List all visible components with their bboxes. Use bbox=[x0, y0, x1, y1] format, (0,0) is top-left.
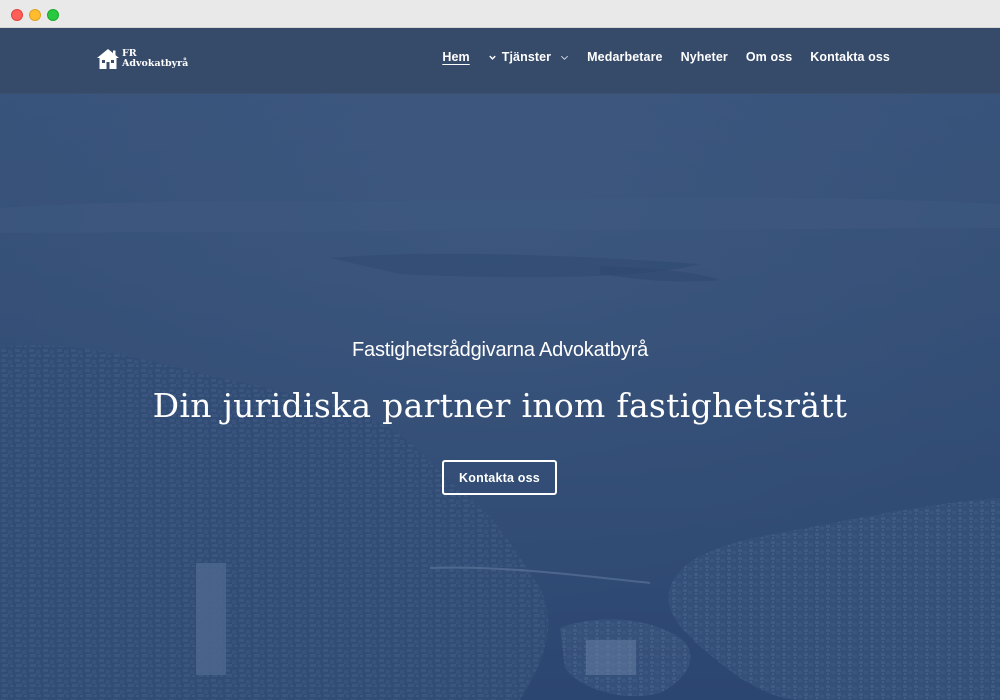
nav-item-label: Om oss bbox=[745, 50, 793, 64]
contact-cta-button[interactable]: Kontakta oss bbox=[442, 460, 557, 495]
hero-subtitle: Fastighetsrådgivarna Advokatbyrå bbox=[352, 339, 648, 361]
house-icon bbox=[97, 49, 119, 69]
nav-item-hem[interactable]: Hem bbox=[442, 50, 469, 64]
hero-title: Din juridiska partner inom fastighetsrät… bbox=[152, 386, 848, 425]
hero-background-image bbox=[0, 28, 1000, 700]
nav-item-label: Tjänster bbox=[501, 50, 552, 64]
main-navigation: Hem Tjänster Medarbetare Nyheter Om oss bbox=[424, 49, 890, 65]
nav-item-label: Kontakta oss bbox=[810, 50, 890, 64]
nav-item-kontakta-oss[interactable]: Kontakta oss bbox=[810, 50, 890, 64]
web-page: FR Advokatbyrå Hem Tjänster Medarbetare … bbox=[0, 28, 1000, 700]
logo-line-2: Advokatbyrå bbox=[122, 58, 189, 69]
nav-item-om-oss[interactable]: Om oss bbox=[746, 50, 792, 64]
nav-item-medarbetare[interactable]: Medarbetare bbox=[587, 50, 662, 64]
nav-item-label: Nyheter bbox=[680, 50, 728, 64]
maximize-window-button[interactable] bbox=[47, 9, 59, 21]
chevron-down-icon[interactable] bbox=[488, 53, 497, 62]
minimize-window-button[interactable] bbox=[29, 9, 41, 21]
window-titlebar bbox=[0, 0, 1000, 28]
site-logo[interactable]: FR Advokatbyrå bbox=[96, 46, 188, 72]
nav-item-tjanster[interactable]: Tjänster bbox=[488, 50, 569, 64]
nav-item-label: Hem bbox=[442, 50, 470, 64]
nav-item-nyheter[interactable]: Nyheter bbox=[681, 50, 728, 64]
site-header: FR Advokatbyrå Hem Tjänster Medarbetare … bbox=[0, 28, 1000, 94]
nav-item-label: Medarbetare bbox=[587, 50, 663, 64]
browser-window: FR Advokatbyrå Hem Tjänster Medarbetare … bbox=[0, 0, 1000, 700]
chevron-down-icon[interactable] bbox=[560, 53, 569, 62]
close-window-button[interactable] bbox=[11, 9, 23, 21]
logo-text: FR Advokatbyrå bbox=[122, 49, 188, 69]
